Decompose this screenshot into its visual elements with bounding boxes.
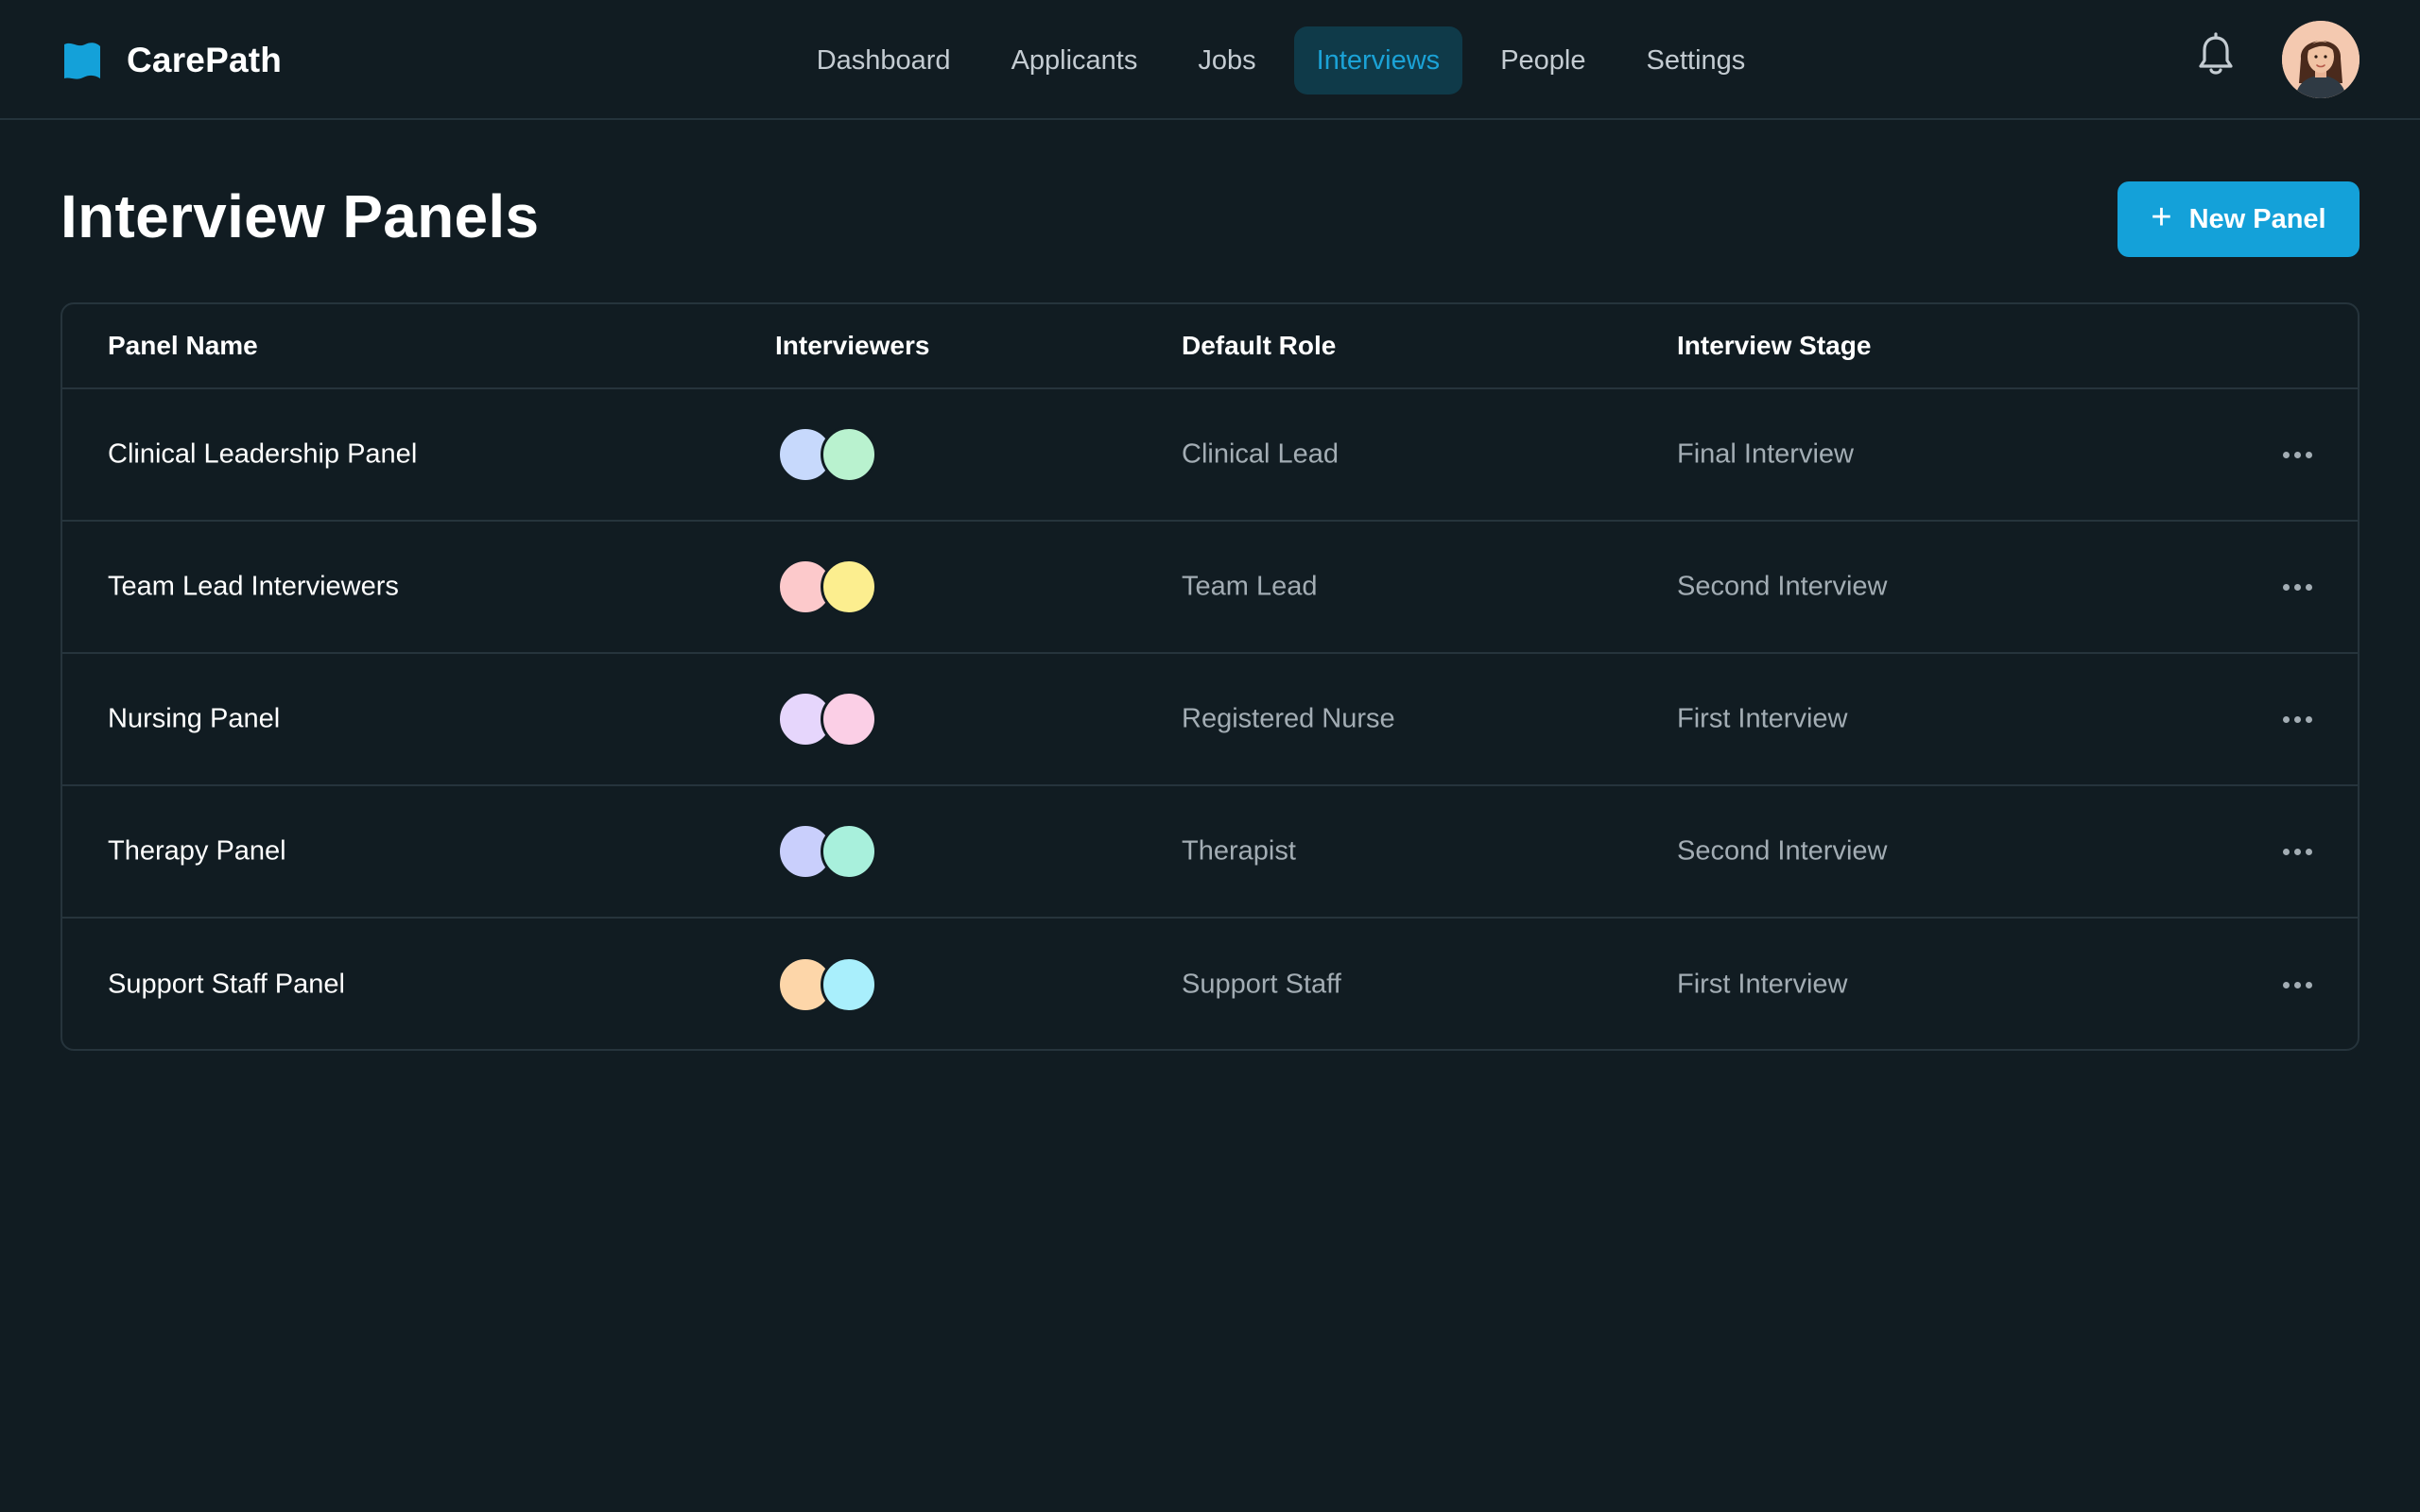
more-horizontal-icon (2282, 583, 2312, 591)
default-role: Team Lead (1182, 571, 1318, 602)
table-row[interactable]: Nursing Panel Registered Nurse First Int… (62, 654, 2358, 786)
panel-name[interactable]: Clinical Leadership Panel (108, 439, 417, 471)
table-row[interactable]: Team Lead Interviewers Team Lead Second … (62, 522, 2358, 654)
interviewer-avatars (777, 956, 890, 1013)
more-horizontal-icon (2282, 848, 2312, 855)
table-row[interactable]: Support Staff Panel Support Staff First … (62, 919, 2358, 1049)
row-more-options-button[interactable] (2269, 436, 2325, 473)
page-title: Interview Panels (60, 182, 540, 250)
panel-name[interactable]: Support Staff Panel (108, 970, 345, 1001)
more-horizontal-icon (2282, 715, 2312, 723)
interview-stage: First Interview (1677, 703, 1848, 734)
panel-name[interactable]: Team Lead Interviewers (108, 572, 399, 603)
interviewer-avatars (777, 691, 890, 747)
interviewer-avatars (777, 558, 890, 615)
row-more-options-button[interactable] (2269, 700, 2325, 738)
nav-item-applicants[interactable]: Applicants (989, 26, 1161, 94)
interviewer-avatar[interactable] (821, 691, 877, 747)
plus-icon: + (2151, 198, 2172, 237)
table-row[interactable]: Therapy Panel Therapist Second Interview (62, 786, 2358, 919)
row-more-options-button[interactable] (2269, 568, 2325, 606)
main-nav: Dashboard Applicants Jobs Interviews Peo… (0, 26, 2420, 94)
column-header-interviewers[interactable]: Interviewers (775, 331, 929, 361)
nav-item-dashboard[interactable]: Dashboard (794, 26, 974, 94)
default-role: Support Staff (1182, 969, 1341, 1000)
panel-name[interactable]: Therapy Panel (108, 836, 286, 868)
default-role: Clinical Lead (1182, 438, 1340, 470)
more-horizontal-icon (2282, 451, 2312, 458)
table-header: Panel Name Interviewers Default Role Int… (62, 304, 2358, 389)
interview-stage: Final Interview (1677, 438, 1854, 470)
row-more-options-button[interactable] (2269, 966, 2325, 1004)
interviewer-avatar[interactable] (821, 823, 877, 880)
nav-item-settings[interactable]: Settings (1624, 26, 1769, 94)
interview-stage: Second Interview (1677, 835, 1888, 867)
interviewer-avatar[interactable] (821, 426, 877, 483)
interview-panels-table: Panel Name Interviewers Default Role Int… (60, 302, 2360, 1051)
column-header-default-role[interactable]: Default Role (1182, 331, 1336, 361)
nav-item-jobs[interactable]: Jobs (1175, 26, 1278, 94)
column-header-panel-name[interactable]: Panel Name (108, 331, 258, 361)
row-more-options-button[interactable] (2269, 833, 2325, 870)
interviewer-avatars (777, 823, 890, 880)
user-avatar-image (2282, 21, 2360, 98)
panel-name[interactable]: Nursing Panel (108, 704, 280, 735)
default-role: Registered Nurse (1182, 703, 1395, 734)
interviewer-avatars (777, 426, 890, 483)
interview-stage: Second Interview (1677, 571, 1888, 602)
column-header-interview-stage[interactable]: Interview Stage (1677, 331, 1871, 361)
user-avatar[interactable] (2282, 21, 2360, 98)
interviewer-avatar[interactable] (821, 558, 877, 615)
more-horizontal-icon (2282, 981, 2312, 988)
nav-item-people[interactable]: People (1478, 26, 1608, 94)
table-row[interactable]: Clinical Leadership Panel Clinical Lead … (62, 389, 2358, 522)
new-panel-button[interactable]: + New Panel (2118, 181, 2360, 257)
top-navigation-bar: CarePath Dashboard Applicants Jobs Inter… (0, 0, 2420, 120)
nav-item-interviews[interactable]: Interviews (1293, 26, 1463, 94)
interview-stage: First Interview (1677, 969, 1848, 1000)
default-role: Therapist (1182, 835, 1296, 867)
interviewer-avatar[interactable] (821, 956, 877, 1013)
notifications-bell-icon[interactable] (2195, 32, 2237, 77)
new-panel-button-label: New Panel (2188, 203, 2326, 234)
